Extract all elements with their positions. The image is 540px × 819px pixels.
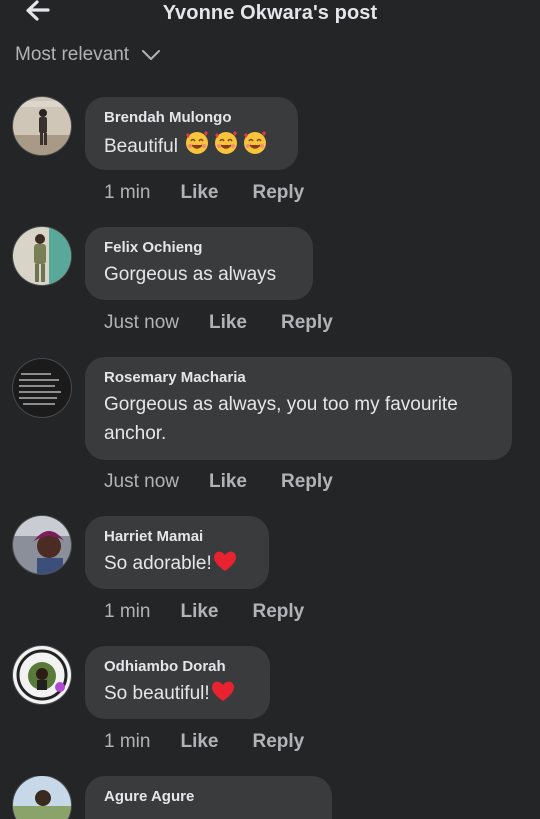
comment-bubble: Brendah Mulongo Beautiful	[85, 97, 298, 170]
comment-text-content: Beautiful	[104, 136, 178, 157]
reply-button[interactable]: Reply	[253, 731, 305, 753]
page-title: Yvonne Okwara's post	[162, 2, 378, 24]
comment-author[interactable]: Agure Agure	[104, 788, 313, 805]
smiling-hearts-emoji-icon	[183, 131, 271, 157]
red-heart-icon	[210, 681, 236, 704]
comment-text-content: So adorable!	[104, 553, 212, 574]
comment-time[interactable]: 1 min	[104, 601, 150, 623]
post-header: Yvonne Okwara's post	[0, 0, 540, 30]
reply-button[interactable]: Reply	[253, 601, 305, 623]
comment-actions: Just now Like Reply	[104, 312, 333, 334]
comment-bubble: Agure Agure	[85, 776, 332, 819]
avatar[interactable]	[13, 646, 71, 704]
comment-actions: 1 min Like Reply	[104, 182, 304, 204]
comment-text: Gorgeous as always, you too my favourite…	[104, 390, 493, 448]
red-heart-icon	[212, 551, 238, 574]
comment-actions: 1 min Like Reply	[104, 601, 304, 623]
comment-text: So adorable!	[104, 549, 250, 578]
comment-author[interactable]: Rosemary Macharia	[104, 369, 493, 386]
avatar[interactable]	[13, 227, 71, 285]
like-button[interactable]: Like	[209, 471, 247, 493]
comment-actions: 1 min Like Reply	[104, 731, 304, 753]
comment-time[interactable]: 1 min	[104, 182, 150, 204]
reply-button[interactable]: Reply	[281, 471, 333, 493]
comment-bubble: Felix Ochieng Gorgeous as always	[85, 227, 313, 300]
comment-text-line: Gorgeous as always, you too my favourite	[104, 394, 458, 415]
comment-bubble: Rosemary Macharia Gorgeous as always, yo…	[85, 357, 512, 460]
comment-text: Beautiful	[104, 130, 279, 161]
comment-text-content: So beautiful!	[104, 683, 210, 704]
avatar[interactable]	[13, 359, 71, 417]
avatar[interactable]	[13, 516, 71, 574]
chevron-down-icon	[142, 50, 161, 60]
reply-button[interactable]: Reply	[281, 312, 333, 334]
comment-author[interactable]: Odhiambo Dorah	[104, 658, 251, 675]
sort-dropdown[interactable]: Most relevant	[15, 42, 161, 68]
like-button[interactable]: Like	[180, 182, 218, 204]
comment-time[interactable]: Just now	[104, 312, 179, 334]
like-button[interactable]: Like	[180, 601, 218, 623]
sort-label: Most relevant	[15, 44, 130, 65]
avatar[interactable]	[13, 776, 71, 819]
comment-text: Gorgeous as always	[104, 264, 277, 285]
comment-bubble: Harriet Mamai So adorable!	[85, 516, 269, 589]
comment-text: So beautiful!	[104, 679, 251, 708]
like-button[interactable]: Like	[209, 312, 247, 334]
like-button[interactable]: Like	[180, 731, 218, 753]
avatar[interactable]	[13, 97, 71, 155]
comment-bubble: Odhiambo Dorah So beautiful!	[85, 646, 270, 719]
comment-author[interactable]: Harriet Mamai	[104, 528, 250, 545]
comment-item: Agure Agure	[0, 776, 540, 819]
comment-time[interactable]: 1 min	[104, 731, 150, 753]
comment-author[interactable]: Felix Ochieng	[104, 239, 294, 256]
comment-actions: Just now Like Reply	[104, 471, 333, 493]
comment-author[interactable]: Brendah Mulongo	[104, 109, 279, 126]
comment-text-line: anchor.	[104, 423, 167, 444]
comment-time[interactable]: Just now	[104, 471, 179, 493]
reply-button[interactable]: Reply	[253, 182, 305, 204]
